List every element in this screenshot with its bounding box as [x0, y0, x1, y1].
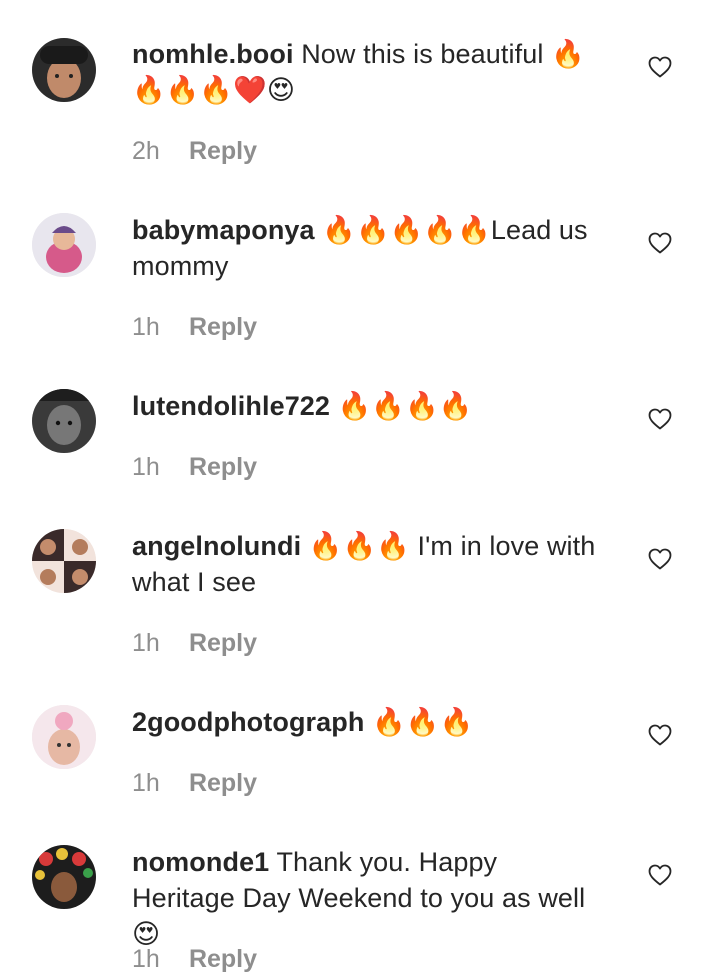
reply-button[interactable]: Reply [189, 137, 257, 165]
reply-button[interactable]: Reply [189, 769, 257, 797]
comment-meta: 2h Reply [132, 136, 257, 166]
comment-text: nomhle.booi Now this is beautiful 🔥 🔥🔥🔥❤… [132, 36, 607, 108]
comment-username[interactable]: nomonde1 [132, 847, 269, 877]
comment-time: 1h [132, 629, 160, 657]
comment-body: 🔥🔥🔥🔥 [337, 391, 473, 421]
comment-text: nomonde1 Thank you. Happy Heritage Day W… [132, 844, 607, 952]
heart-icon[interactable] [648, 548, 672, 570]
comment-text: 2goodphotograph 🔥🔥🔥 [132, 704, 607, 740]
avatar[interactable] [32, 213, 96, 277]
comment-meta: 1h Reply [132, 944, 257, 974]
comment-text: lutendolihle722 🔥🔥🔥🔥 [132, 388, 607, 424]
avatar[interactable] [32, 529, 96, 593]
avatar[interactable] [32, 38, 96, 102]
comment-time: 1h [132, 769, 160, 797]
reply-button[interactable]: Reply [189, 629, 257, 657]
comment-body: 🔥🔥🔥 [372, 707, 474, 737]
avatar[interactable] [32, 705, 96, 769]
heart-icon[interactable] [648, 864, 672, 886]
comment-username[interactable]: 2goodphotograph [132, 707, 364, 737]
avatar[interactable] [32, 389, 96, 453]
comment-meta: 1h Reply [132, 452, 257, 482]
reply-button[interactable]: Reply [189, 453, 257, 481]
comment-time: 1h [132, 945, 160, 973]
comment-username[interactable]: babymaponya [132, 215, 315, 245]
comment-username[interactable]: angelnolundi [132, 531, 301, 561]
heart-icon[interactable] [648, 724, 672, 746]
reply-button[interactable]: Reply [189, 313, 257, 341]
comment-time: 1h [132, 313, 160, 341]
comment-username[interactable]: nomhle.booi [132, 39, 294, 69]
comment-time: 1h [132, 453, 160, 481]
heart-icon[interactable] [648, 56, 672, 78]
heart-icon[interactable] [648, 408, 672, 430]
comment-time: 2h [132, 137, 160, 165]
comment-username[interactable]: lutendolihle722 [132, 391, 330, 421]
comment-meta: 1h Reply [132, 628, 257, 658]
comment-text: angelnolundi 🔥🔥🔥 I'm in love with what I… [132, 528, 607, 600]
comment-meta: 1h Reply [132, 312, 257, 342]
avatar[interactable] [32, 845, 96, 909]
heart-icon[interactable] [648, 232, 672, 254]
comment-text: babymaponya 🔥🔥🔥🔥🔥Lead us mommy [132, 212, 607, 284]
comment-meta: 1h Reply [132, 768, 257, 798]
